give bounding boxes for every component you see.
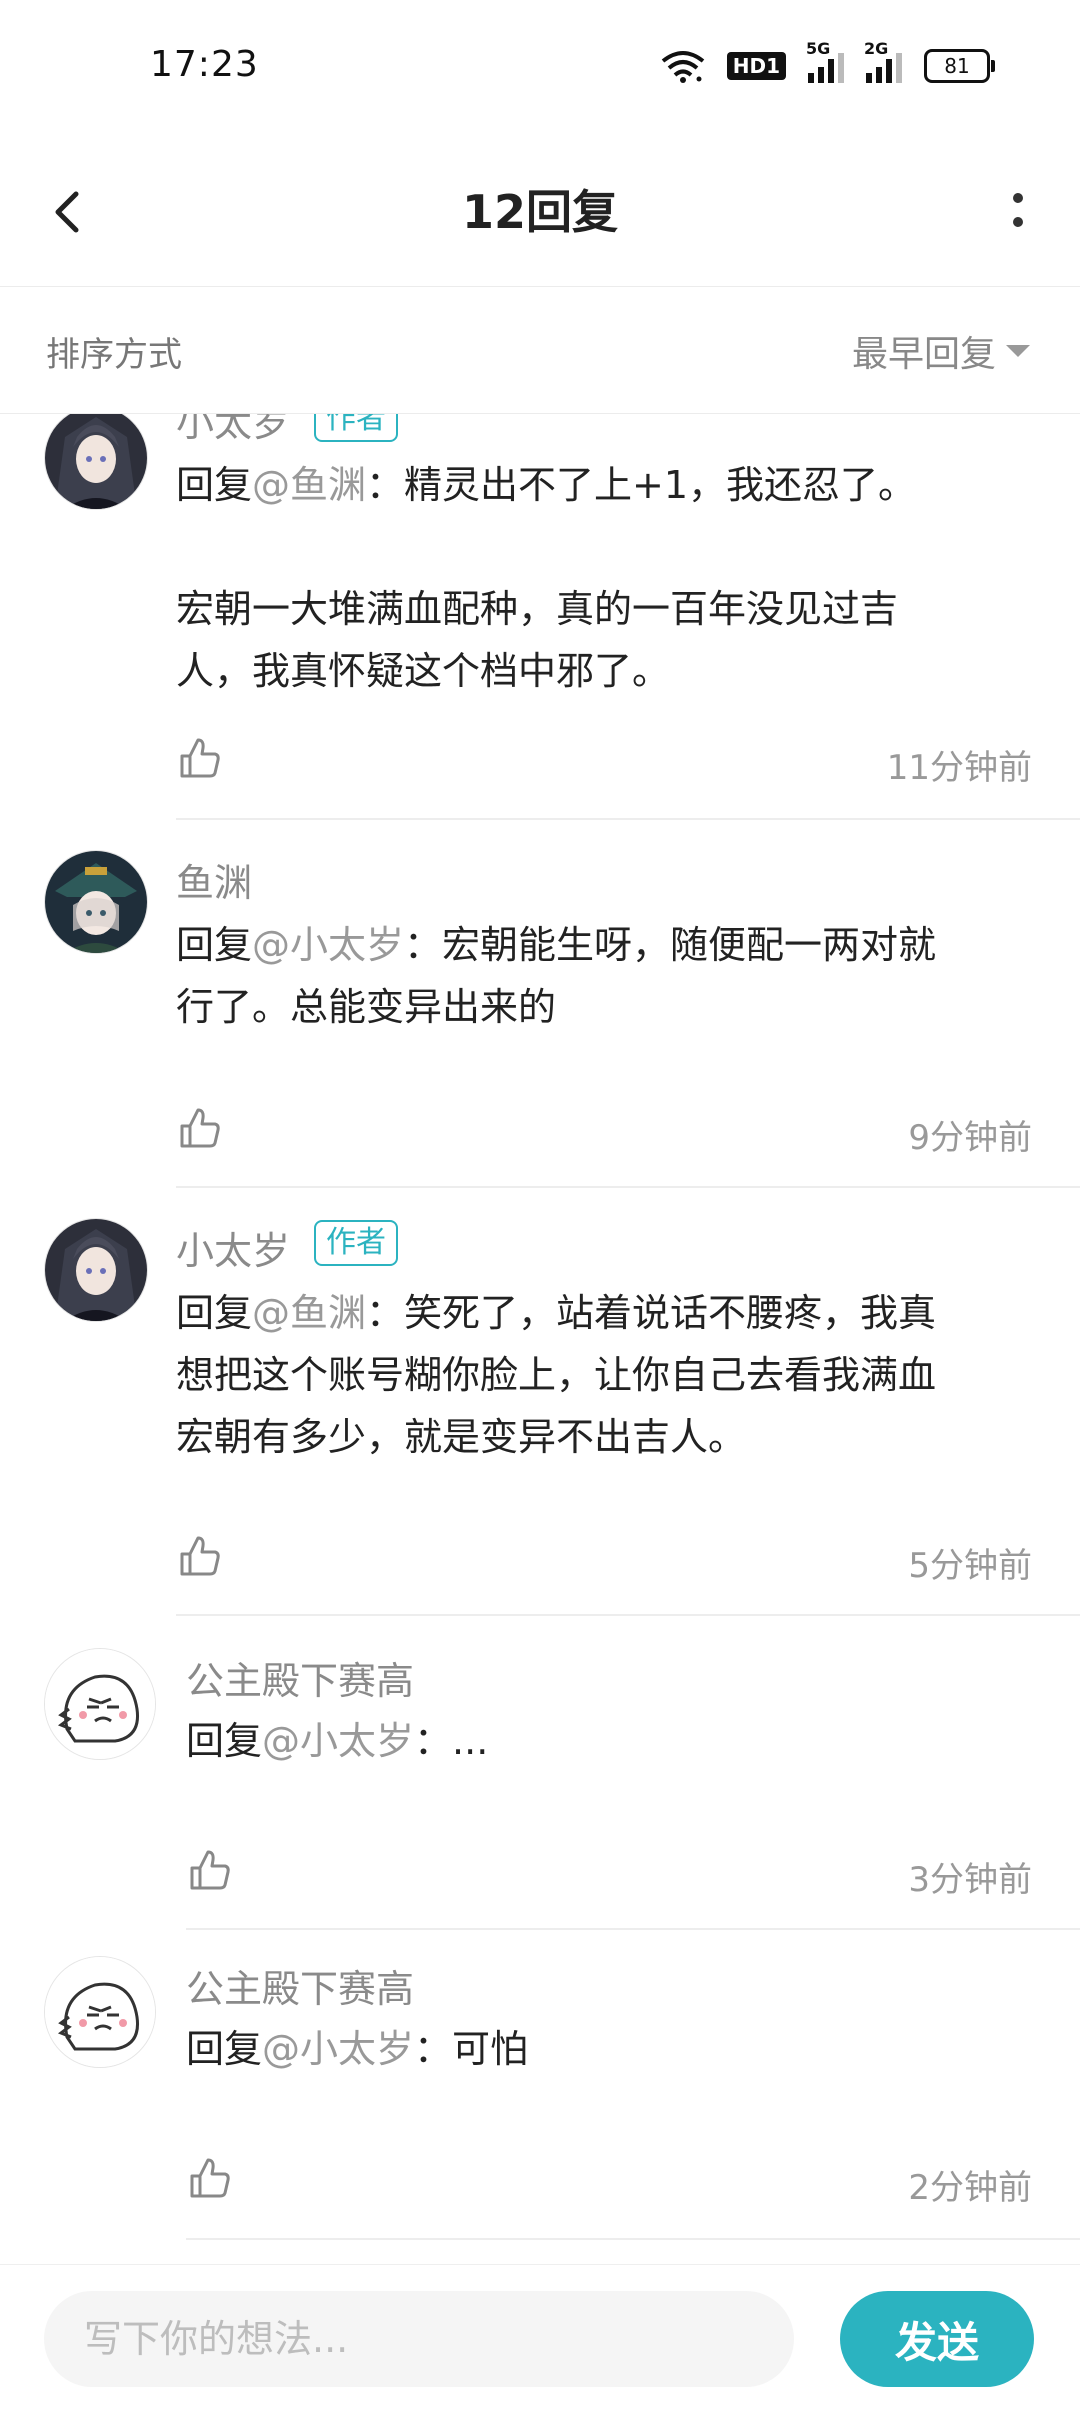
username[interactable]: 公主殿下赛高 bbox=[186, 1958, 414, 2013]
thumbs-up-icon[interactable] bbox=[188, 2156, 232, 2200]
mention-link[interactable]: @鱼渊 bbox=[252, 1291, 366, 1335]
reply-time: 2分钟前 bbox=[908, 2168, 1032, 2208]
reply-time: 5分钟前 bbox=[908, 1546, 1032, 1586]
hd-icon: HD1 bbox=[726, 52, 786, 80]
thumbs-up-icon[interactable] bbox=[178, 736, 222, 780]
signal-2g-icon: 2G bbox=[864, 39, 902, 83]
more-options-button[interactable] bbox=[960, 170, 1040, 250]
reply-input[interactable] bbox=[44, 2291, 794, 2387]
avatar[interactable] bbox=[44, 414, 148, 510]
list-item: 公主殿下赛高 回复@小太岁：... 3分钟前 bbox=[0, 1618, 1080, 1930]
author-badge: 作者 bbox=[314, 1220, 398, 1266]
avatar[interactable] bbox=[44, 1956, 156, 2068]
reply-content: 回复@小太岁：宏朝能生呀，随便配一两对就 行了。总能变异出来的 bbox=[176, 923, 937, 1029]
divider bbox=[186, 2238, 1080, 2240]
sort-selected-value: 最早回复 bbox=[851, 334, 996, 375]
avatar[interactable] bbox=[44, 1648, 156, 1760]
mention-link[interactable]: @小太岁 bbox=[252, 923, 404, 967]
mention-link[interactable]: @小太岁 bbox=[262, 1719, 414, 1763]
battery-icon: 81 bbox=[924, 49, 995, 83]
reply-content: 回复@小太岁：可怕 bbox=[186, 2027, 529, 2071]
list-item: 小太岁 作者 回复@鱼渊：笑死了，站着说话不腰疼，我真 想把这个账号糊你脸上，让… bbox=[0, 1188, 1080, 1618]
sort-label: 排序方式 bbox=[46, 335, 182, 375]
username[interactable]: 鱼渊 bbox=[176, 852, 252, 907]
username[interactable]: 公主殿下赛高 bbox=[186, 1650, 414, 1705]
more-vertical-icon bbox=[1013, 193, 1023, 227]
send-button[interactable]: 发送 bbox=[840, 2291, 1034, 2387]
caret-down-icon bbox=[1006, 345, 1030, 357]
reply-time: 3分钟前 bbox=[908, 1860, 1032, 1900]
status-icons: HD1 5G 2G 81 bbox=[661, 39, 995, 86]
wifi-icon bbox=[661, 51, 704, 83]
reply-content: 回复@小太岁：... bbox=[186, 1719, 489, 1763]
status-time: 17:23 bbox=[150, 44, 259, 85]
list-item: 公主殿下赛高 回复@小太岁：可怕 2分钟前 bbox=[0, 1926, 1080, 2240]
thumbs-up-icon[interactable] bbox=[188, 1848, 232, 1892]
username[interactable]: 小太岁 bbox=[176, 1220, 290, 1275]
list-item: 小太岁 作者 回复@鱼渊：精灵出不了上+1，我还忍了。 宏朝一大堆满血配种，真的… bbox=[0, 414, 1080, 824]
mention-link[interactable]: @小太岁 bbox=[262, 2027, 414, 2071]
reply-time: 9分钟前 bbox=[908, 1118, 1032, 1158]
thumbs-up-icon[interactable] bbox=[178, 1106, 222, 1150]
page-title: 12回复 bbox=[461, 185, 618, 239]
sort-dropdown[interactable]: 最早回复 bbox=[852, 325, 1030, 377]
reply-input-bar: 发送 bbox=[0, 2264, 1080, 2413]
signal-5g-icon: 5G bbox=[806, 39, 844, 83]
thumbs-up-icon[interactable] bbox=[178, 1534, 222, 1578]
username[interactable]: 小太岁 bbox=[176, 414, 290, 447]
avatar[interactable] bbox=[44, 850, 148, 954]
reply-content: 回复@鱼渊：精灵出不了上+1，我还忍了。 宏朝一大堆满血配种，真的一百年没见过吉… bbox=[176, 463, 917, 693]
reply-list[interactable]: 小太岁 作者 回复@鱼渊：精灵出不了上+1，我还忍了。 宏朝一大堆满血配种，真的… bbox=[0, 414, 1080, 2264]
divider bbox=[176, 1614, 1080, 1616]
sort-bar: 排序方式 最早回复 bbox=[0, 287, 1080, 414]
status-bar: 17:23 HD1 5G 2G 81 bbox=[0, 0, 1080, 140]
author-badge: 作者 bbox=[314, 414, 398, 442]
reply-time: 11分钟前 bbox=[886, 748, 1032, 788]
list-item: 鱼渊 回复@小太岁：宏朝能生呀，随便配一两对就 行了。总能变异出来的 9分钟前 bbox=[0, 820, 1080, 1188]
avatar[interactable] bbox=[44, 1218, 148, 1322]
top-app-bar: 12回复 bbox=[0, 140, 1080, 287]
mention-link[interactable]: @鱼渊 bbox=[252, 463, 366, 507]
reply-content: 回复@鱼渊：笑死了，站着说话不腰疼，我真 想把这个账号糊你脸上，让你自己去看我满… bbox=[176, 1291, 937, 1459]
